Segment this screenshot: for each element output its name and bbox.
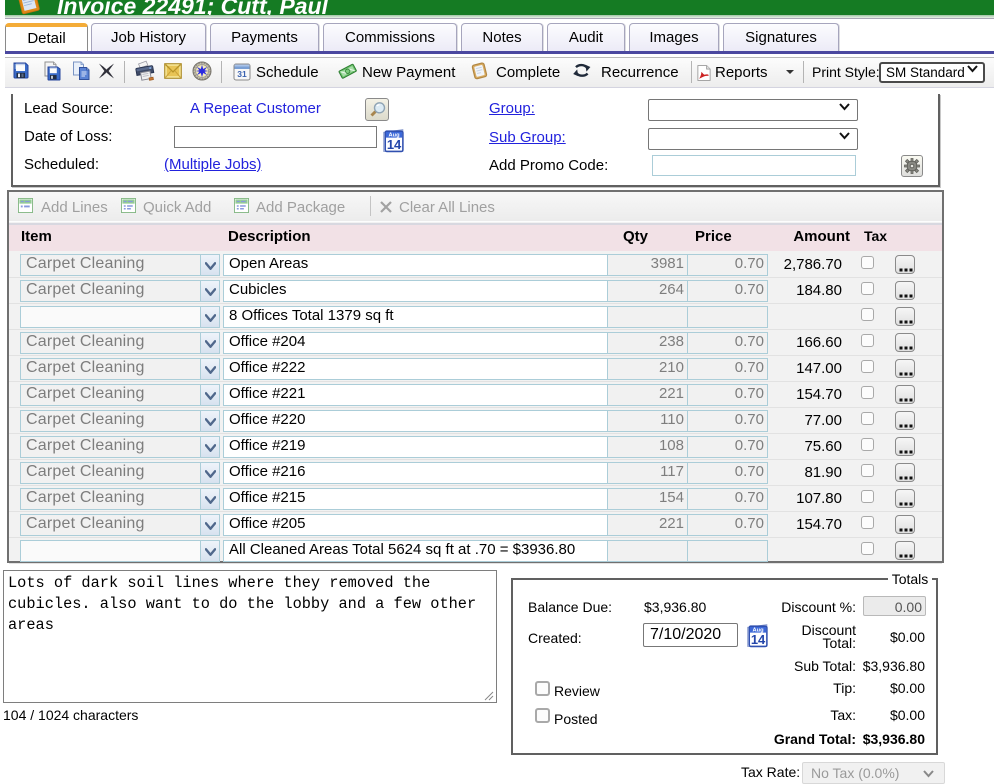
svg-text:14: 14 — [387, 137, 402, 152]
svg-text:31: 31 — [237, 69, 247, 79]
